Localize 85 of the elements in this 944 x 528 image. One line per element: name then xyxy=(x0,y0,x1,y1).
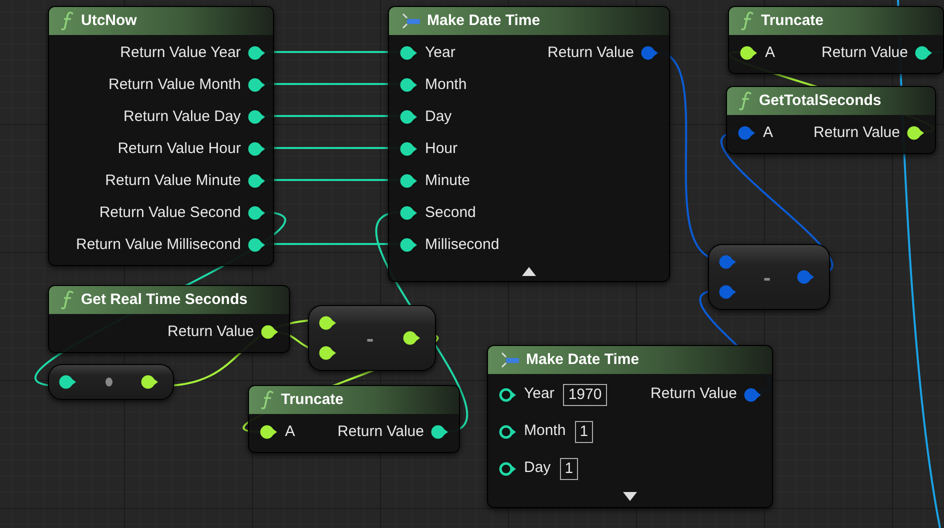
pin-label: Return Value xyxy=(822,42,908,63)
pin-icon[interactable] xyxy=(248,46,266,60)
graph-node[interactable]: Truncate A Return Value xyxy=(248,385,460,453)
pin-label: A xyxy=(765,42,776,63)
pin-label: Return Value Hour xyxy=(118,138,241,159)
node-title: Get Real Time Seconds xyxy=(81,290,248,310)
pin-label: Millisecond xyxy=(425,234,500,255)
pin-icon[interactable] xyxy=(400,78,418,92)
expand-arrow-icon[interactable] xyxy=(622,491,638,503)
pin-icon[interactable] xyxy=(400,206,418,220)
pin-label: Minute xyxy=(425,170,470,191)
number-field[interactable]: 1 xyxy=(574,420,594,442)
pin-icon[interactable] xyxy=(400,46,418,60)
pin-label: Return Value Minute xyxy=(105,170,241,191)
graph-node[interactable]: GetTotalSeconds A Return Value xyxy=(726,86,936,154)
number-field[interactable]: 1970 xyxy=(563,384,607,406)
node-title: Make Date Time xyxy=(427,10,540,31)
dot-icon xyxy=(105,377,113,387)
pin-icon[interactable] xyxy=(248,174,266,188)
pin-icon[interactable] xyxy=(319,346,337,360)
pin-icon[interactable] xyxy=(261,325,279,339)
node-title: Make Date Time xyxy=(526,350,640,370)
pin-icon[interactable] xyxy=(248,78,266,92)
pin-icon[interactable] xyxy=(400,174,418,188)
function-icon xyxy=(261,390,275,410)
pin-icon[interactable] xyxy=(248,238,266,252)
operator-symbol: - xyxy=(763,264,771,292)
pin-label: Return Value Millisecond xyxy=(76,234,241,255)
struct-icon xyxy=(401,12,421,30)
pin-icon[interactable] xyxy=(907,126,925,140)
pin-icon[interactable] xyxy=(248,110,266,124)
pin-icon[interactable] xyxy=(499,462,517,476)
pin-label: Return Value xyxy=(650,384,737,404)
pin-icon[interactable] xyxy=(400,142,418,156)
pin-label: Return Value xyxy=(168,322,254,342)
pin-label: Day xyxy=(425,106,452,127)
pin-icon[interactable] xyxy=(248,142,266,156)
pin-label: Return Value xyxy=(814,122,900,143)
pin-icon[interactable] xyxy=(740,46,758,60)
pin-label: A xyxy=(763,122,774,143)
pin-icon[interactable] xyxy=(59,375,77,389)
pin-label: Return Value xyxy=(338,422,424,442)
operator-symbol: - xyxy=(366,324,374,352)
pin-icon[interactable] xyxy=(402,331,421,345)
pin-label: Return Value Day xyxy=(124,106,241,127)
pin-label: Second xyxy=(425,202,476,223)
operator-node[interactable]: - xyxy=(308,305,436,371)
pin-label: Year xyxy=(524,384,554,404)
function-icon xyxy=(61,290,75,310)
pin-icon[interactable] xyxy=(141,375,159,389)
pin-icon[interactable] xyxy=(319,316,337,330)
graph-node[interactable]: Make Date Time Year 1970 Month 1 Day 1 Return Value xyxy=(487,345,773,508)
struct-icon xyxy=(500,351,520,369)
function-icon xyxy=(61,11,75,31)
pin-icon[interactable] xyxy=(499,424,517,438)
pin-label: Return Value xyxy=(548,42,634,63)
pin-label: Month xyxy=(524,421,566,442)
number-field[interactable]: 1 xyxy=(560,458,578,480)
graph-node[interactable]: Truncate A Return Value xyxy=(728,6,944,74)
pin-icon[interactable] xyxy=(499,388,517,402)
node-title: Truncate xyxy=(761,10,824,31)
pin-icon[interactable] xyxy=(400,110,418,124)
function-icon xyxy=(741,11,755,31)
pin-label: Hour xyxy=(425,138,458,159)
pin-label: Day xyxy=(524,458,551,478)
pin-icon[interactable] xyxy=(400,238,418,252)
operator-node[interactable] xyxy=(48,364,174,400)
collapse-arrow-icon[interactable] xyxy=(521,265,537,277)
node-title: UtcNow xyxy=(81,10,137,31)
pin-icon[interactable] xyxy=(915,46,933,60)
pin-icon[interactable] xyxy=(260,425,278,439)
graph-node[interactable]: Make Date Time Year Month Day Hour Minute Second Millisecond Return Value xyxy=(388,6,670,282)
pin-icon[interactable] xyxy=(248,206,266,220)
pin-label: Year xyxy=(425,42,456,63)
node-title: Truncate xyxy=(281,390,344,410)
pin-label: Return Value Second xyxy=(99,202,241,223)
pin-icon[interactable] xyxy=(431,425,449,439)
graph-node[interactable]: UtcNow Return Value Year Return Value Month Return Value Day Return Value Hour Return Value Minute Return Value Second Return Value Millisecond xyxy=(48,6,274,266)
pin-label: Month xyxy=(425,74,467,95)
pin-label: Return Value Year xyxy=(120,42,241,63)
node-title: GetTotalSeconds xyxy=(759,90,882,111)
pin-label: A xyxy=(285,422,296,442)
graph-node[interactable]: Get Real Time Seconds Return Value xyxy=(48,285,290,353)
function-icon xyxy=(739,91,753,111)
pin-label: Return Value Month xyxy=(108,74,241,95)
